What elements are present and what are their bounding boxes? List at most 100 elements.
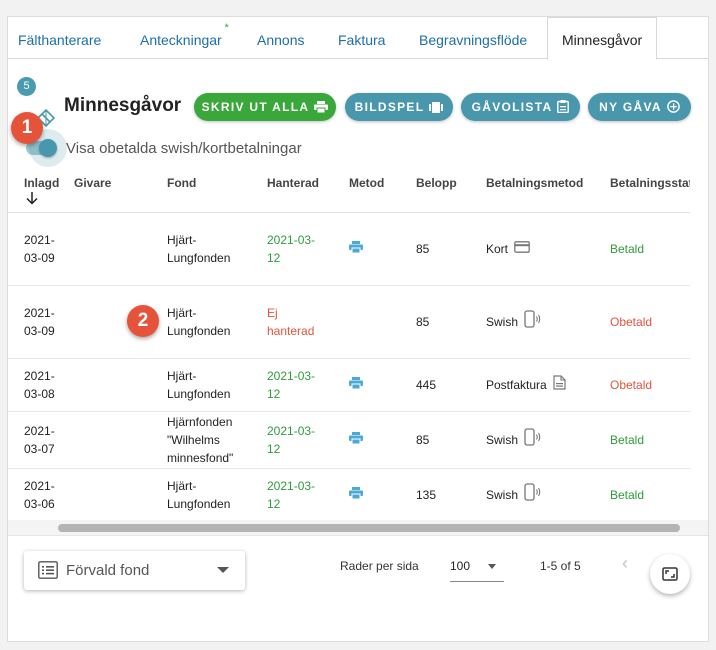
tab-faktura[interactable]: Faktura xyxy=(338,17,385,59)
payment-status-cell: Betald xyxy=(610,468,690,522)
table-row[interactable]: 2021- 03-09 Hjärt- Lungfonden Ej hanterad 85 Sw… xyxy=(8,285,690,359)
table-row[interactable]: 2021- 03-08 Hjärt- Lungfonden 2021-03- 12 445 P… xyxy=(8,358,690,412)
amount-cell: 85 xyxy=(416,411,486,469)
slideshow-label: BILDSPEL xyxy=(354,100,425,114)
fond-line: "Wilhelms xyxy=(167,432,220,447)
payment-status-label: Betald xyxy=(610,241,645,256)
handled-line: 12 xyxy=(267,386,281,401)
table-header-row: Inlagd Givare Fond Hanterad Metod Belopp… xyxy=(8,170,690,213)
tab-falthanterare[interactable]: Fälthanterare xyxy=(18,17,101,59)
print-icon[interactable] xyxy=(349,486,363,502)
table-row[interactable]: 2021- 03-09 Hjärt- Lungfonden 2021-03- 12 85 Ko… xyxy=(8,212,690,286)
print-icon[interactable] xyxy=(349,376,363,392)
column-header-belopp[interactable]: Belopp xyxy=(416,170,486,213)
fund-cell: Hjärt- Lungfonden xyxy=(167,358,267,412)
print-all-button[interactable]: SKRIV UT ALLA xyxy=(194,93,336,121)
column-header-inlagd[interactable]: Inlagd xyxy=(8,170,74,213)
tab-annons[interactable]: Annons xyxy=(257,17,304,59)
date-line: 2021- xyxy=(24,368,55,383)
gift-list-label: GÅVOLISTA xyxy=(471,100,553,114)
fond-line: Hjärt- xyxy=(167,478,197,493)
tab-anteckningar[interactable]: Anteckningar * xyxy=(140,17,229,59)
amount-cell: 85 xyxy=(416,212,486,286)
slideshow-button[interactable]: BILDSPEL xyxy=(345,93,453,121)
unpaid-toggle-switch[interactable] xyxy=(39,139,57,157)
amount-cell: 85 xyxy=(416,285,486,359)
rows-per-page-label: Rader per sida xyxy=(340,559,419,573)
date-cell: 2021- 03-07 xyxy=(8,411,74,469)
chevron-down-icon xyxy=(217,567,229,573)
date-cell: 2021- 03-06 xyxy=(8,468,74,522)
method-cell xyxy=(349,212,416,286)
date-cell: 2021- 03-09 xyxy=(8,285,74,359)
handled-cell: Ej hanterad xyxy=(267,285,349,359)
donor-cell xyxy=(74,212,167,286)
payment-method-label: Swish xyxy=(486,487,519,502)
card-icon xyxy=(514,240,530,258)
slideshow-icon xyxy=(429,102,444,113)
date-line: 2021- xyxy=(24,232,55,247)
handled-line: hanterad xyxy=(267,323,315,338)
default-fund-select[interactable]: Förvald fond xyxy=(24,551,245,590)
date-line: 03-07 xyxy=(24,441,55,456)
date-line: 2021- xyxy=(24,305,55,320)
handled-line: 12 xyxy=(267,496,281,511)
fund-cell: Hjärt- Lungfonden xyxy=(167,212,267,286)
tab-begravningsflode[interactable]: Begravningsflöde xyxy=(419,17,527,59)
fond-line: minnesfond" xyxy=(167,450,234,465)
print-icon xyxy=(314,101,329,114)
column-header-metod[interactable]: Metod xyxy=(349,170,416,213)
payment-method-cell: Swish xyxy=(486,468,610,522)
payment-status-cell: Obetald xyxy=(610,358,690,412)
amount-cell: 445 xyxy=(416,358,486,412)
gift-list-button[interactable]: GÅVOLISTA xyxy=(461,93,580,121)
tab-anteckningar-label: Anteckningar xyxy=(140,32,222,48)
column-header-betalningsstatus[interactable]: Betalningsstatu xyxy=(610,170,690,213)
handled-cell: 2021-03- 12 xyxy=(267,411,349,469)
scrollbar-thumb[interactable] xyxy=(58,524,680,532)
payment-status-label: Betald xyxy=(610,487,645,502)
print-icon[interactable] xyxy=(349,240,363,256)
fond-line: Hjärt- xyxy=(167,305,197,320)
fond-line: Hjärt- xyxy=(167,368,197,383)
new-gift-button[interactable]: NY GÅVA xyxy=(588,93,691,121)
method-cell xyxy=(349,468,416,522)
rows-per-page-select[interactable]: 100 xyxy=(450,552,504,582)
chevron-down-icon xyxy=(488,564,496,569)
table-row[interactable]: 2021- 03-06 Hjärt- Lungfonden 2021-03- 12 135 S… xyxy=(8,468,690,522)
document-icon xyxy=(553,374,566,395)
fullscreen-icon xyxy=(662,567,678,581)
fond-line: Lungfonden xyxy=(167,323,231,338)
gift-count-badge: 5 xyxy=(17,77,36,96)
payment-method-cell: Postfaktura xyxy=(486,358,610,412)
date-line: 03-09 xyxy=(24,250,55,265)
column-header-betalningsmetod[interactable]: Betalningsmetod xyxy=(486,170,610,213)
method-cell xyxy=(349,358,416,412)
column-header-fond[interactable]: Fond xyxy=(167,170,267,213)
horizontal-scrollbar[interactable] xyxy=(8,520,708,536)
new-indicator-icon: * xyxy=(224,22,229,34)
phone-icon xyxy=(524,483,542,506)
column-header-givare[interactable]: Givare xyxy=(74,170,167,213)
handled-line: Ej xyxy=(267,305,278,320)
fond-line: Hjärt- xyxy=(167,232,197,247)
column-header-hanterad[interactable]: Hanterad xyxy=(267,170,349,213)
sort-arrow-down-icon[interactable] xyxy=(26,192,38,205)
print-icon[interactable] xyxy=(349,431,363,447)
fullscreen-toggle-button[interactable] xyxy=(650,554,690,594)
handled-line: 12 xyxy=(267,441,281,456)
fond-line: Lungfonden xyxy=(167,496,231,511)
donor-cell xyxy=(74,358,167,412)
default-fund-label: Förvald fond xyxy=(66,562,150,579)
table-row[interactable]: 2021- 03-07 Hjärnfonden "Wilhelms minnesfond… xyxy=(8,411,690,469)
annotation-marker-2: 2 xyxy=(127,305,159,337)
previous-page-button[interactable]: ‹ xyxy=(622,553,628,574)
new-gift-label: NY GÅVA xyxy=(599,100,662,114)
payment-status-cell: Obetald xyxy=(610,285,690,359)
add-circle-icon xyxy=(667,100,680,113)
method-cell xyxy=(349,411,416,469)
tab-minnesgavor[interactable]: Minnesgåvor xyxy=(547,17,658,60)
method-cell xyxy=(349,285,416,359)
payment-status-cell: Betald xyxy=(610,411,690,469)
pagination-range: 1-5 of 5 xyxy=(540,559,581,573)
